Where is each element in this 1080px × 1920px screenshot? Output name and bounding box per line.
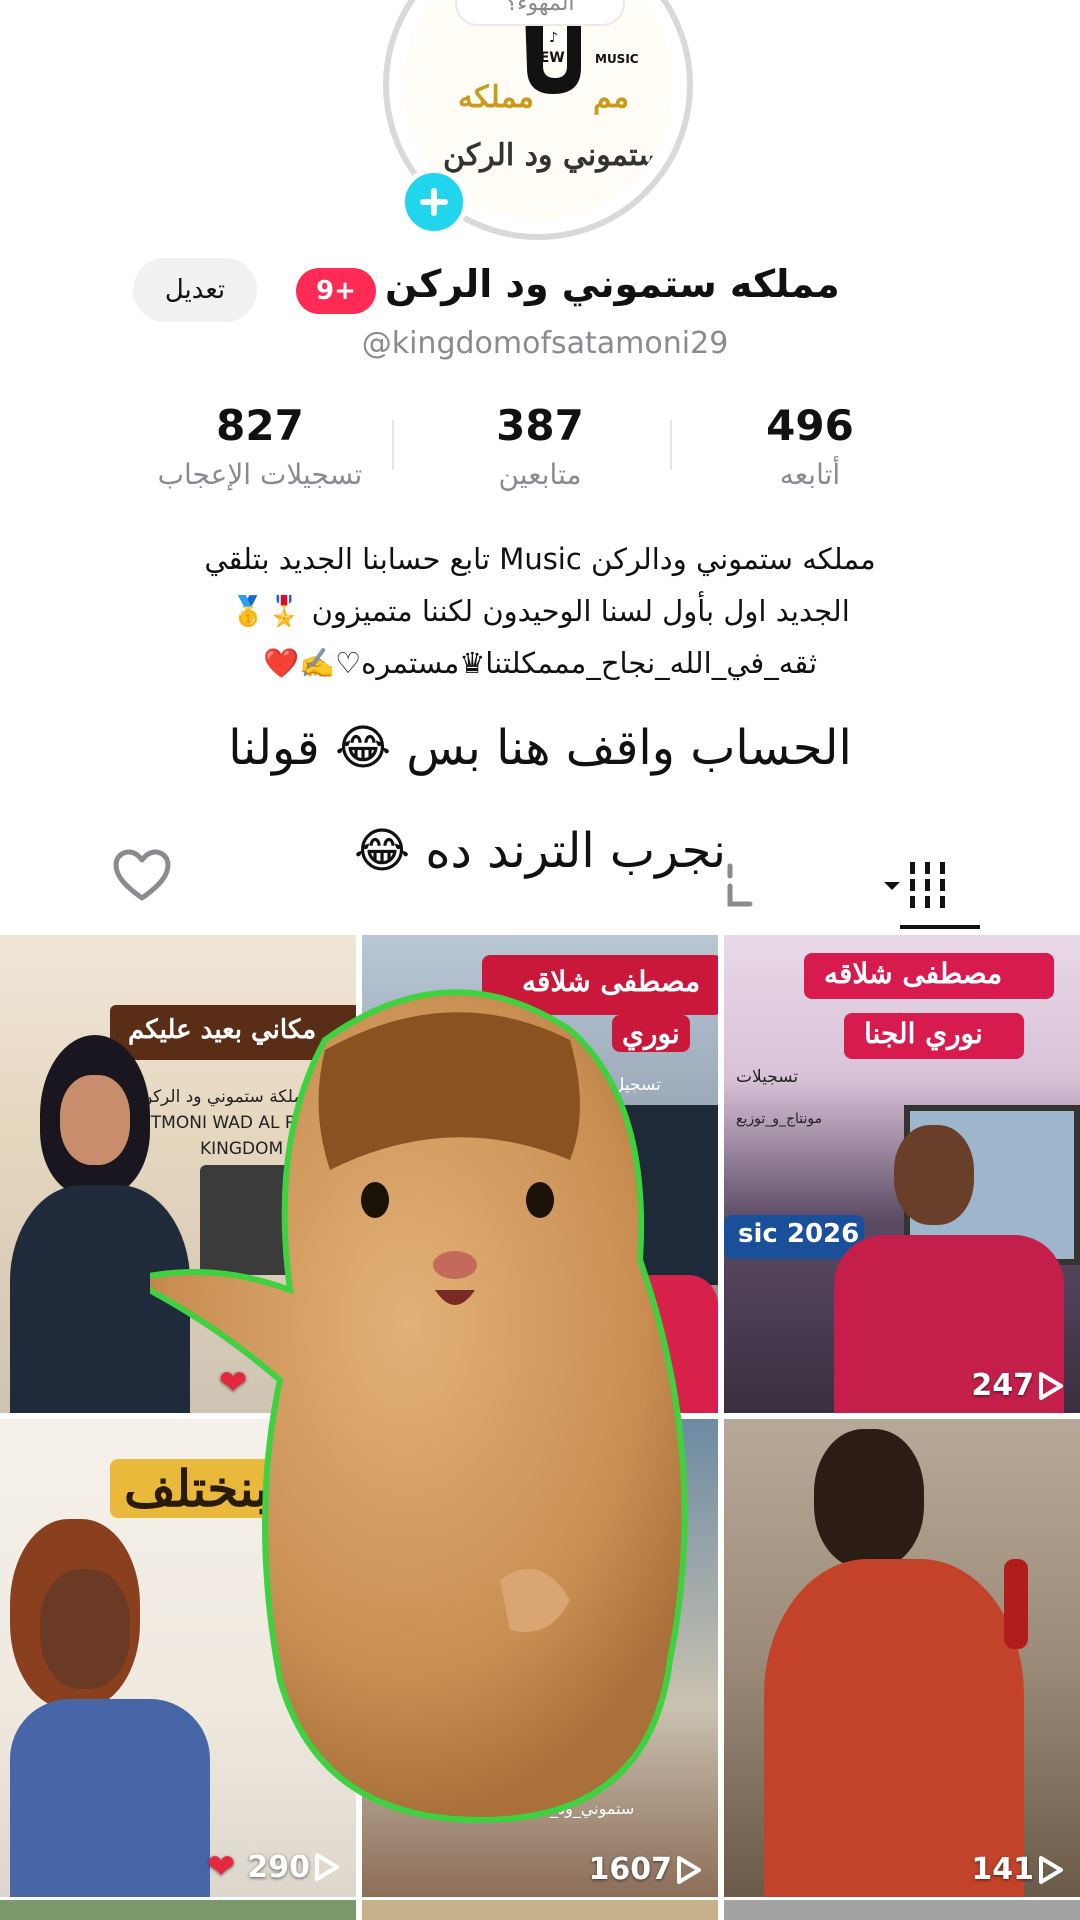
likes-stat[interactable]: 827 تسجيلات الإعجاب bbox=[130, 400, 390, 491]
view-count-number: 141 bbox=[971, 1852, 1034, 1887]
following-label: أتابعه bbox=[779, 458, 841, 491]
view-count: 141 bbox=[971, 1852, 1064, 1887]
repost-icon[interactable] bbox=[720, 862, 760, 910]
followers-label: متابعين bbox=[498, 458, 582, 491]
display-name: مملكه ستموني ود الركن bbox=[385, 262, 840, 306]
followers-stat[interactable]: 387 متابعين bbox=[450, 400, 630, 491]
thumbnail-title: مصطفى شلاقه bbox=[824, 957, 1003, 990]
view-count: 247 bbox=[971, 1368, 1064, 1403]
view-count-number: 247 bbox=[971, 1368, 1034, 1403]
next-row-preview bbox=[0, 1900, 1080, 1920]
video-thumbnail[interactable]: مصطفى شلاقه نوري الجنا تسجيلات مونتاج_و_… bbox=[724, 935, 1080, 1413]
thumbnail-subtitle: نوري الجنا bbox=[864, 1017, 983, 1050]
edit-profile-button[interactable]: تعديل bbox=[133, 258, 257, 322]
active-tab-indicator bbox=[900, 925, 980, 929]
bio-line: ثقه_في_الله_نجاح_مممكلتنا♛مستمره♡✍️❤️ bbox=[262, 646, 818, 680]
logo-music-text: MUSIC bbox=[595, 52, 639, 66]
logo-subtitle: ستموني ود الركن bbox=[443, 138, 664, 173]
stats-divider bbox=[392, 420, 394, 470]
logo-gold-right: مم bbox=[593, 80, 630, 115]
hamster-sticker-image bbox=[150, 989, 688, 1824]
notification-badge[interactable]: 9+ bbox=[296, 268, 376, 314]
play-icon bbox=[1039, 1855, 1063, 1884]
profile-name-row: تعديل 9+ مملكه ستموني ود الركن bbox=[0, 258, 1080, 328]
bio-line: مملكه ستموني ودالركن Music تابع حسابنا ا… bbox=[204, 542, 876, 576]
username-handle: @kingdomofsatamoni29 bbox=[361, 326, 729, 361]
plus-icon bbox=[420, 188, 448, 216]
profile-stats: 827 تسجيلات الإعجاب 387 متابعين 496 أتاب… bbox=[0, 400, 1080, 510]
play-icon bbox=[1039, 1371, 1063, 1400]
followers-count: 387 bbox=[496, 401, 584, 450]
avatar-top-label: المهوء؟ bbox=[455, 0, 625, 26]
video-thumbnail[interactable]: 141 bbox=[724, 1419, 1080, 1897]
stats-divider bbox=[670, 420, 672, 470]
likes-label: تسجيلات الإعجاب bbox=[157, 458, 363, 491]
grid-icon[interactable] bbox=[880, 860, 960, 910]
add-story-button[interactable] bbox=[400, 168, 468, 236]
svg-text:♪: ♪ bbox=[549, 30, 558, 46]
logo-new-text: NEW bbox=[528, 50, 565, 66]
bio-line: الجديد اول بأول لسنا الوحيدون لكننا متمي… bbox=[230, 594, 850, 628]
following-stat[interactable]: 496 أتابعه bbox=[720, 400, 900, 491]
following-count: 496 bbox=[766, 401, 854, 450]
logo-gold-left: مملكه bbox=[458, 80, 534, 115]
profile-bio: مملكه ستموني ودالركن Music تابع حسابنا ا… bbox=[0, 533, 1080, 689]
overlay-caption: الحساب واقف هنا بس 😂 قولنا bbox=[228, 720, 852, 776]
liked-heart-icon[interactable] bbox=[112, 848, 172, 904]
likes-count: 827 bbox=[216, 401, 304, 450]
